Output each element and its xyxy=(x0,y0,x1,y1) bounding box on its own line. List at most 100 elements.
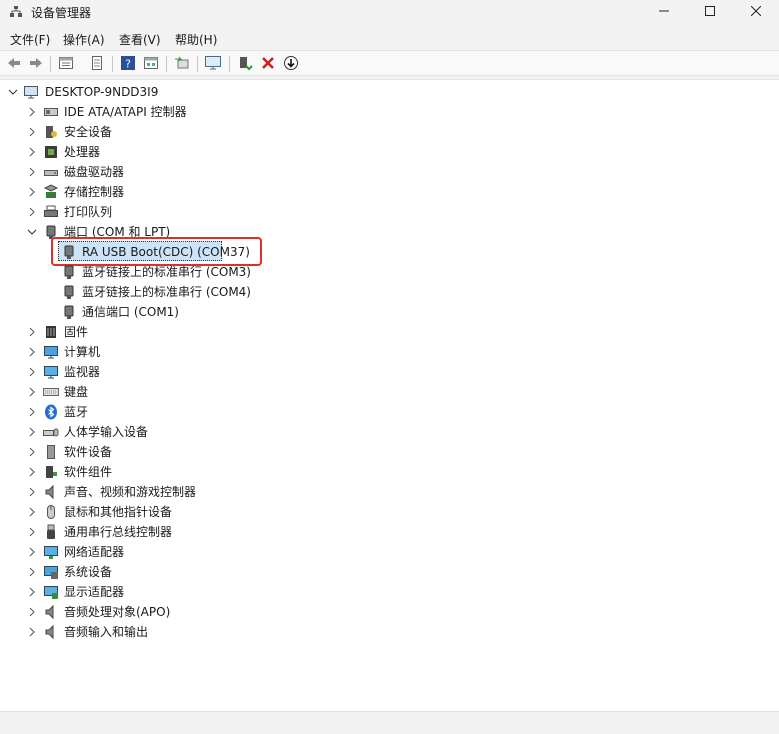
tree-device-bt-com4[interactable]: 蓝牙链接上的标准串行 (COM4) xyxy=(0,282,300,302)
chevron-right-icon[interactable] xyxy=(26,506,38,518)
tree-category-network[interactable]: 网络适配器 xyxy=(0,542,300,562)
chevron-right-icon[interactable] xyxy=(26,466,38,478)
monitor-button[interactable] xyxy=(203,54,223,74)
chevron-right-icon[interactable] xyxy=(26,106,38,118)
port-icon xyxy=(61,304,77,320)
tree-category-ide[interactable]: IDE ATA/ATAPI 控制器 xyxy=(0,102,300,122)
close-button[interactable] xyxy=(733,0,779,24)
bluetooth-icon xyxy=(43,404,59,420)
tree-category-keyboard[interactable]: 键盘 xyxy=(0,382,300,402)
tree-category-hid[interactable]: 人体学输入设备 xyxy=(0,422,300,442)
update-driver-button[interactable] xyxy=(235,54,255,74)
audio-icon xyxy=(43,624,59,640)
close-icon xyxy=(750,5,762,19)
show-hide-button[interactable] xyxy=(87,54,107,74)
category-label: 监视器 xyxy=(64,365,101,379)
tree-category-display[interactable]: 显示适配器 xyxy=(0,582,300,602)
toolbar-separator xyxy=(229,56,230,72)
tree-category-computer[interactable]: 计算机 xyxy=(0,342,300,362)
category-label: IDE ATA/ATAPI 控制器 xyxy=(64,105,187,119)
tree-category-audio-io[interactable]: 音频输入和输出 xyxy=(0,622,300,642)
device-manager-app-icon xyxy=(9,5,23,19)
category-label: 固件 xyxy=(64,325,89,339)
tree-root[interactable]: DESKTOP-9NDD3I9 xyxy=(0,82,300,102)
chevron-right-icon[interactable] xyxy=(26,166,38,178)
toolbar: ? xyxy=(0,50,779,76)
menu-view[interactable]: 查看(V) xyxy=(119,31,161,48)
category-label: 存储控制器 xyxy=(64,185,125,199)
category-label: 键盘 xyxy=(64,385,89,399)
forward-button[interactable] xyxy=(26,54,46,74)
tree-category-usb[interactable]: 通用串行总线控制器 xyxy=(0,522,300,542)
processor-icon xyxy=(43,144,59,160)
tree-category-print[interactable]: 打印队列 xyxy=(0,202,300,222)
tree-category-monitor[interactable]: 监视器 xyxy=(0,362,300,382)
menu-action[interactable]: 操作(A) xyxy=(63,31,105,48)
properties-icon xyxy=(58,55,74,74)
tree-category-security[interactable]: 安全设备 xyxy=(0,122,300,142)
disable-device-button[interactable] xyxy=(281,54,301,74)
device-tree[interactable]: DESKTOP-9NDD3I9 IDE ATA/ATAPI 控制器 安全设备 处… xyxy=(0,79,779,711)
scan-hardware-button[interactable] xyxy=(172,54,192,74)
maximize-button[interactable] xyxy=(687,0,733,24)
device-view-button[interactable] xyxy=(141,54,161,74)
monitor-icon xyxy=(204,55,222,74)
tree-category-system[interactable]: 系统设备 xyxy=(0,562,300,582)
chevron-right-icon[interactable] xyxy=(26,186,38,198)
keyboard-icon xyxy=(43,384,59,400)
chevron-right-icon[interactable] xyxy=(26,426,38,438)
category-label: 处理器 xyxy=(64,145,101,159)
category-label: 蓝牙 xyxy=(64,405,89,419)
chevron-right-icon[interactable] xyxy=(26,126,38,138)
tree-category-software-component[interactable]: 软件组件 xyxy=(0,462,300,482)
chevron-right-icon[interactable] xyxy=(26,366,38,378)
chevron-down-icon[interactable] xyxy=(7,86,19,98)
chevron-right-icon[interactable] xyxy=(26,206,38,218)
category-label: 音频处理对象(APO) xyxy=(64,605,171,619)
tree-category-storage[interactable]: 存储控制器 xyxy=(0,182,300,202)
tree-category-disk[interactable]: 磁盘驱动器 xyxy=(0,162,300,182)
menu-help[interactable]: 帮助(H) xyxy=(175,31,217,48)
chevron-right-icon[interactable] xyxy=(26,486,38,498)
computer-icon xyxy=(23,84,39,100)
uninstall-button[interactable] xyxy=(258,54,278,74)
monitor-icon xyxy=(43,364,59,380)
network-adapter-icon xyxy=(43,544,59,560)
properties-button[interactable] xyxy=(56,54,76,74)
chevron-right-icon[interactable] xyxy=(26,146,38,158)
chevron-right-icon[interactable] xyxy=(26,566,38,578)
help-button[interactable]: ? xyxy=(118,54,138,74)
maximize-icon xyxy=(705,5,715,19)
chevron-right-icon[interactable] xyxy=(26,386,38,398)
tree-category-mouse[interactable]: 鼠标和其他指针设备 xyxy=(0,502,300,522)
device-view-icon xyxy=(143,55,159,74)
tree-category-software-device[interactable]: 软件设备 xyxy=(0,442,300,462)
tree-category-bluetooth[interactable]: 蓝牙 xyxy=(0,402,300,422)
chevron-right-icon[interactable] xyxy=(26,546,38,558)
storage-controller-icon xyxy=(43,184,59,200)
tree-category-processor[interactable]: 处理器 xyxy=(0,142,300,162)
chevron-right-icon[interactable] xyxy=(26,586,38,598)
tree-device-com1[interactable]: 通信端口 (COM1) xyxy=(0,302,300,322)
tree-device-bt-com3[interactable]: 蓝牙链接上的标准串行 (COM3) xyxy=(0,262,300,282)
chevron-right-icon[interactable] xyxy=(26,606,38,618)
printer-icon xyxy=(43,204,59,220)
chevron-right-icon[interactable] xyxy=(26,446,38,458)
security-device-icon xyxy=(43,124,59,140)
chevron-down-icon[interactable] xyxy=(26,226,38,238)
software-component-icon xyxy=(43,464,59,480)
category-label: 人体学输入设备 xyxy=(64,425,149,439)
tree-category-apo[interactable]: 音频处理对象(APO) xyxy=(0,602,300,622)
back-button[interactable] xyxy=(4,54,24,74)
chevron-right-icon[interactable] xyxy=(26,346,38,358)
chevron-right-icon[interactable] xyxy=(26,326,38,338)
category-label: 通用串行总线控制器 xyxy=(64,525,173,539)
minimize-button[interactable] xyxy=(641,0,687,24)
chevron-right-icon[interactable] xyxy=(26,526,38,538)
menu-file[interactable]: 文件(F) xyxy=(10,31,50,48)
hid-icon xyxy=(43,424,59,440)
chevron-right-icon[interactable] xyxy=(26,406,38,418)
chevron-right-icon[interactable] xyxy=(26,626,38,638)
tree-category-sound-video[interactable]: 声音、视频和游戏控制器 xyxy=(0,482,300,502)
tree-category-firmware[interactable]: 固件 xyxy=(0,322,300,342)
